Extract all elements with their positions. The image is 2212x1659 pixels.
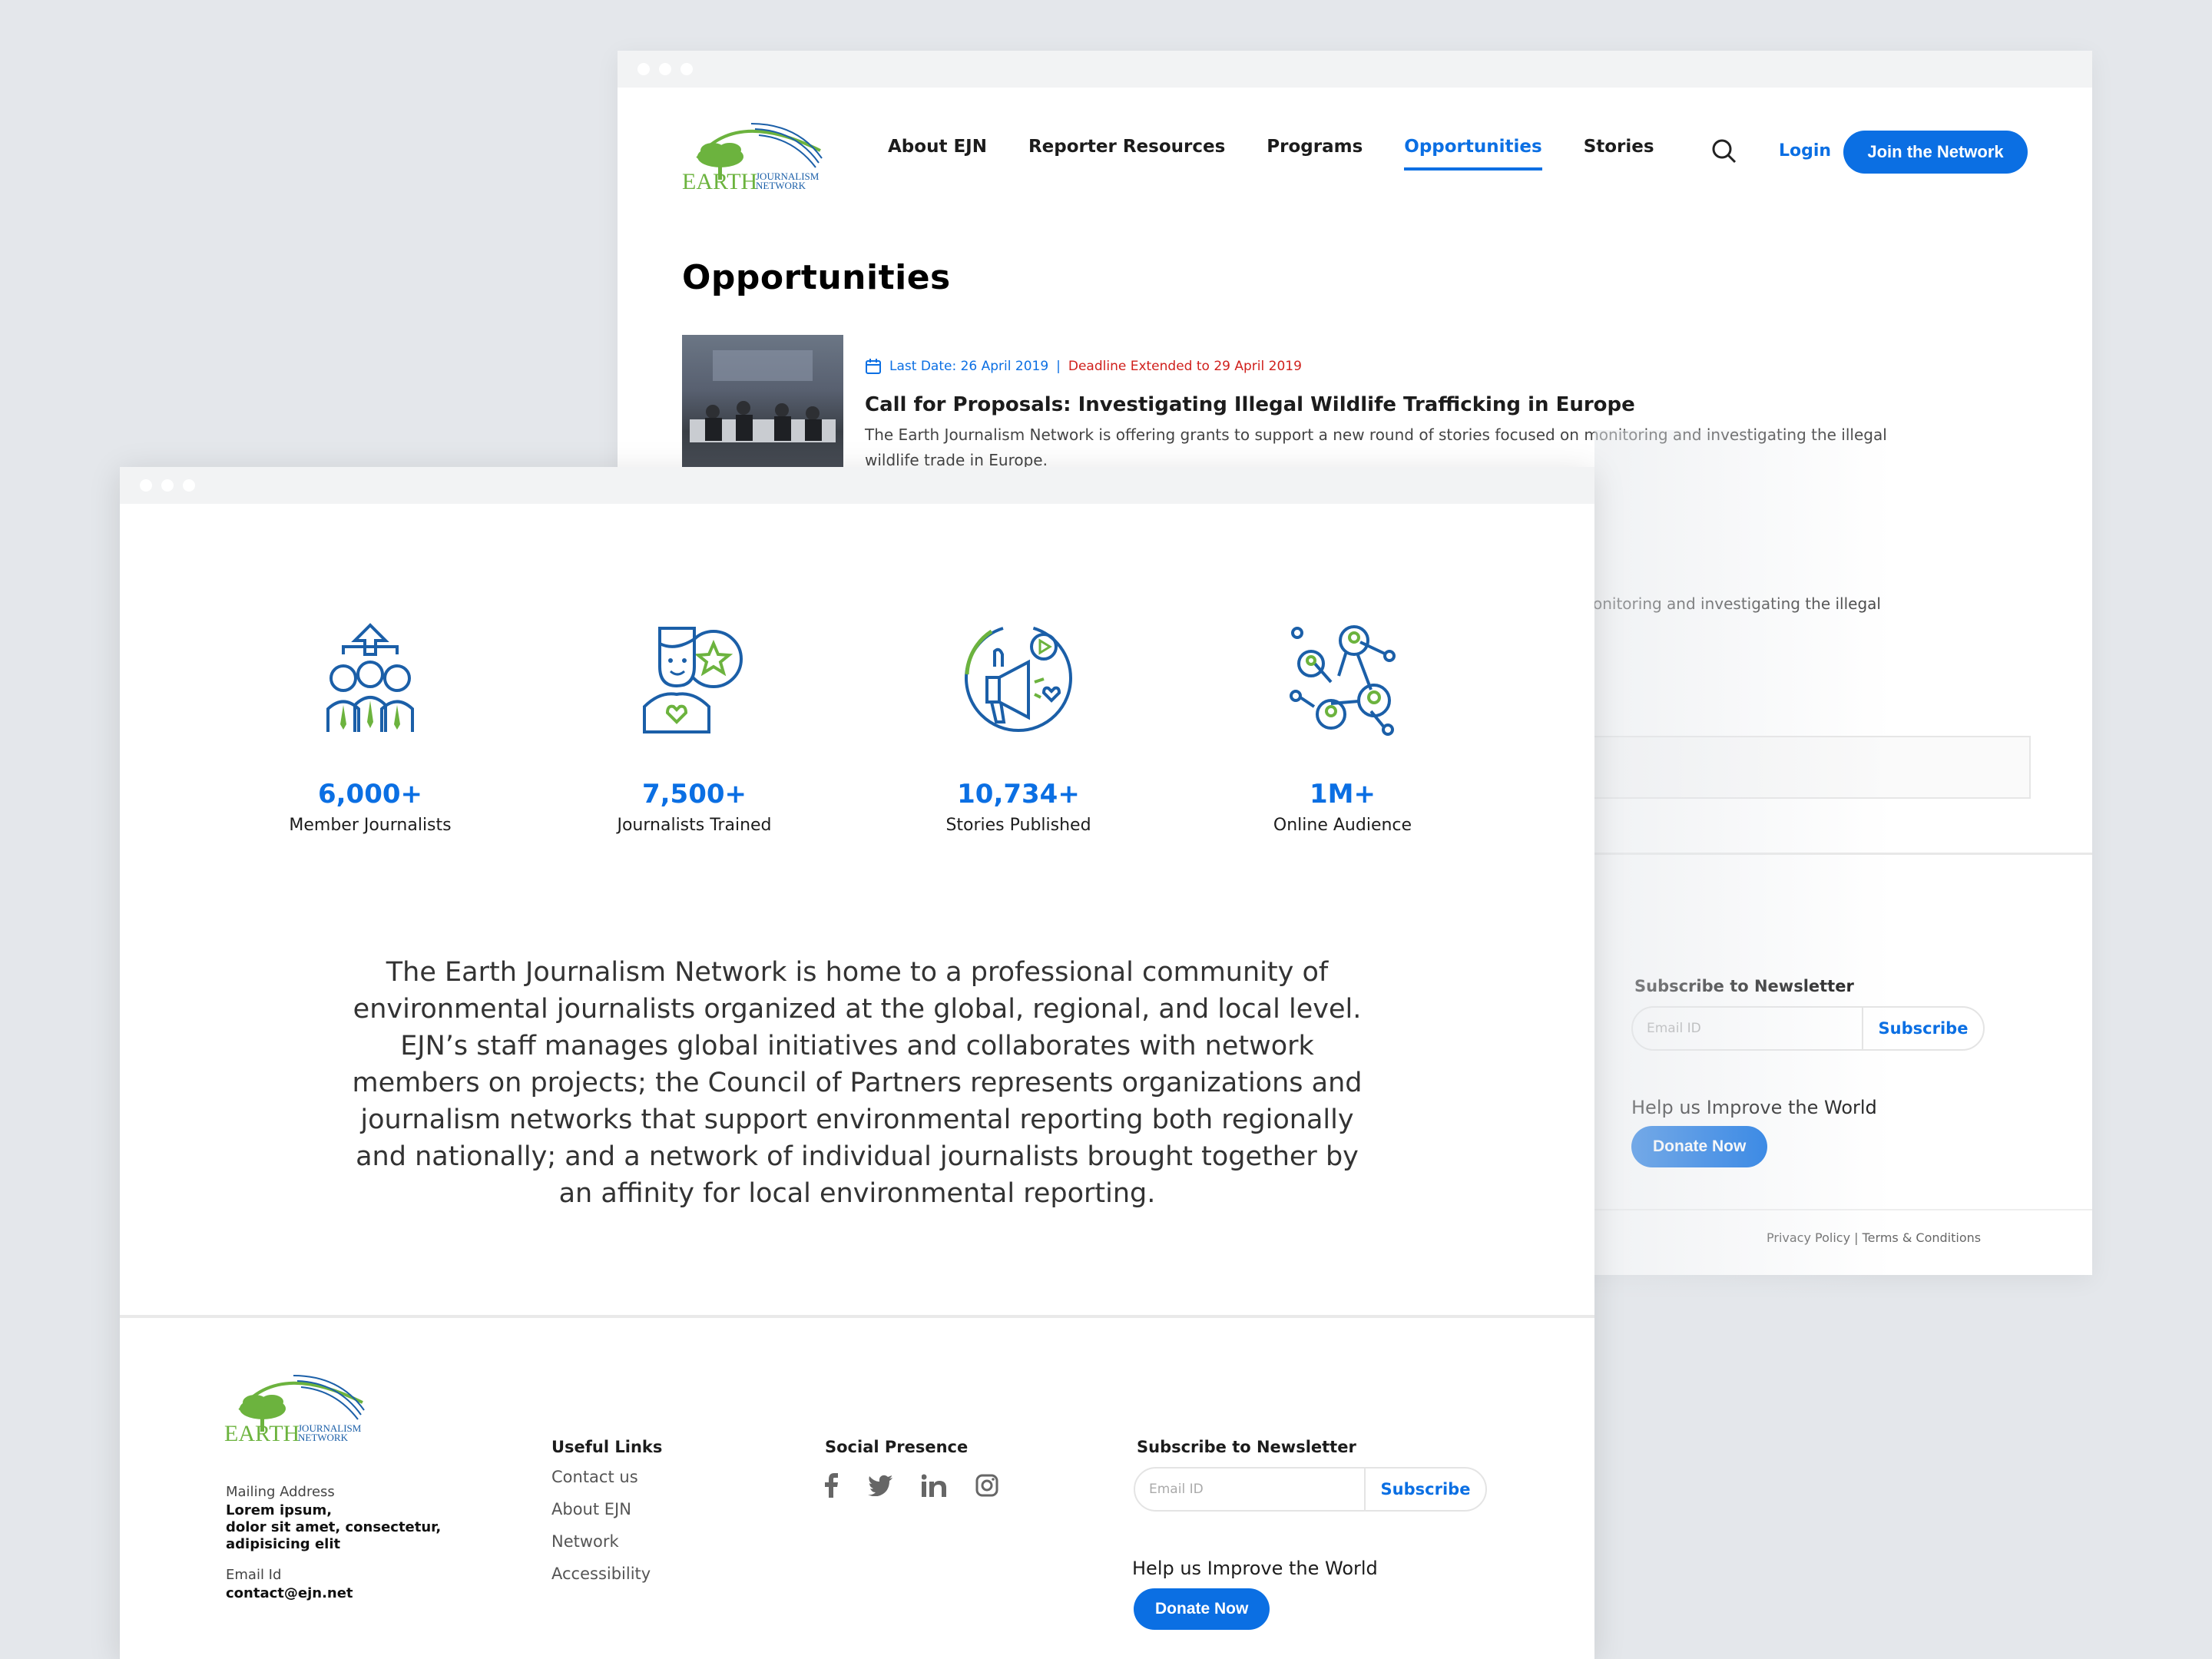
- newsletter-email-input[interactable]: Email ID: [1633, 1008, 1863, 1049]
- stat-label: Online Audience: [1273, 816, 1412, 835]
- stat-value: 10,734+: [957, 779, 1080, 810]
- last-date: Last Date: 26 April 2019: [889, 359, 1049, 374]
- stat-value: 7,500+: [641, 779, 747, 810]
- donate-now-button[interactable]: Donate Now: [1631, 1126, 1768, 1167]
- footer-link-network[interactable]: Network: [551, 1525, 651, 1558]
- twitter-icon[interactable]: [868, 1475, 892, 1496]
- about-window: 6,000+ Member Journalists 7,500+ Journal…: [120, 467, 1594, 1659]
- linkedin-icon[interactable]: [922, 1474, 946, 1497]
- stat-value: 6,000+: [317, 779, 423, 810]
- facebook-icon[interactable]: [825, 1473, 839, 1498]
- stories-megaphone-icon: [965, 624, 1072, 732]
- svg-text:NETWORK: NETWORK: [756, 180, 806, 191]
- newsletter-subscribe-button[interactable]: Subscribe: [1863, 1019, 1983, 1038]
- join-network-button[interactable]: Join the Network: [1843, 131, 2028, 174]
- stat-journalists-trained: 7,500+ Journalists Trained: [571, 621, 817, 835]
- help-improve-label: Help us Improve the World: [1631, 1097, 1877, 1118]
- window-dot: [140, 479, 152, 492]
- mailing-address-label: Mailing Address: [226, 1484, 335, 1500]
- nav-opportunities[interactable]: Opportunities: [1404, 137, 1542, 171]
- donate-now-button[interactable]: Donate Now: [1134, 1588, 1270, 1630]
- stat-online-audience: 1M+ Online Audience: [1220, 621, 1465, 835]
- stat-label: Stories Published: [945, 816, 1091, 835]
- newsletter-form: Email ID Subscribe: [1134, 1467, 1487, 1512]
- meeting-photo: [690, 350, 836, 442]
- article-thumbnail[interactable]: [682, 335, 843, 473]
- contact-email[interactable]: contact@ejn.net: [226, 1585, 353, 1602]
- meta-separator: |: [1056, 359, 1061, 374]
- stat-label: Member Journalists: [289, 816, 452, 835]
- about-paragraph: The Earth Journalism Network is home to …: [352, 957, 1363, 1209]
- stat-member-journalists: 6,000+ Member Journalists: [247, 621, 493, 835]
- window-dot: [637, 63, 650, 75]
- newsletter-email-input[interactable]: Email ID: [1135, 1469, 1366, 1510]
- article-description: The Earth Journalism Network is offering…: [865, 426, 1887, 469]
- window-dot: [183, 479, 195, 492]
- legal-links: Privacy Policy | Terms & Conditions: [1767, 1230, 1981, 1245]
- nav-stories[interactable]: Stories: [1584, 137, 1654, 171]
- footer-link-about[interactable]: About EJN: [551, 1493, 651, 1525]
- network-audience-icon: [1290, 625, 1396, 736]
- nav-about-ejn[interactable]: About EJN: [888, 137, 987, 171]
- mailing-line: Lorem ipsum,: [226, 1502, 333, 1518]
- page-title: Opportunities: [682, 258, 951, 297]
- stat-value: 1M+: [1310, 779, 1376, 810]
- mailing-line: dolor sit amet, consectetur,: [226, 1519, 442, 1535]
- help-improve-label: Help us Improve the World: [1132, 1558, 1378, 1579]
- login-link[interactable]: Login: [1779, 141, 1831, 161]
- window-dot: [659, 63, 671, 75]
- social-icons: [825, 1473, 998, 1498]
- svg-text:EARTH: EARTH: [224, 1421, 300, 1444]
- footer-link-contact[interactable]: Contact us: [551, 1461, 651, 1493]
- deadline-extended: Deadline Extended to 29 April 2019: [1068, 359, 1302, 374]
- mailing-line: adipisicing elit: [226, 1536, 341, 1552]
- mailing-address: Lorem ipsum, dolor sit amet, consectetur…: [226, 1502, 441, 1553]
- window-dot: [161, 479, 174, 492]
- terms-conditions-link[interactable]: Terms & Conditions: [1863, 1230, 1981, 1245]
- social-title: Social Presence: [825, 1438, 969, 1456]
- stat-label: Journalists Trained: [617, 816, 772, 835]
- newsletter-label: Subscribe to Newsletter: [1634, 977, 1854, 995]
- footer-divider: [120, 1315, 1594, 1318]
- newsletter-subscribe-button[interactable]: Subscribe: [1366, 1480, 1485, 1498]
- stat-stories-published: 10,734+ Stories Published: [896, 621, 1141, 835]
- newsletter-form: Email ID Subscribe: [1631, 1006, 1985, 1051]
- search-icon[interactable]: [1711, 138, 1737, 164]
- trained-journalist-icon: [643, 627, 743, 733]
- svg-text:NETWORK: NETWORK: [298, 1432, 349, 1443]
- legal-separator: |: [1854, 1230, 1859, 1245]
- nav-programs[interactable]: Programs: [1267, 137, 1363, 171]
- newsletter-label: Subscribe to Newsletter: [1137, 1438, 1356, 1456]
- article-meta: Last Date: 26 April 2019 | Deadline Exte…: [865, 358, 1302, 375]
- useful-links-title: Useful Links: [551, 1438, 663, 1456]
- privacy-policy-link[interactable]: Privacy Policy: [1767, 1230, 1850, 1245]
- instagram-icon[interactable]: [975, 1474, 998, 1497]
- window-chrome: [120, 467, 1594, 504]
- team-icon: [326, 623, 414, 732]
- footer-link-accessibility[interactable]: Accessibility: [551, 1558, 651, 1590]
- useful-links-list: Contact us About EJN Network Accessibili…: [551, 1461, 651, 1590]
- article-title[interactable]: Call for Proposals: Investigating Illega…: [865, 393, 1635, 416]
- main-nav: About EJN Reporter Resources Programs Op…: [888, 137, 1654, 171]
- window-chrome: [618, 51, 2092, 88]
- email-label: Email Id: [226, 1567, 282, 1583]
- article-description-fragment: onitoring and investigating the illegal: [1593, 594, 1881, 613]
- nav-reporter-resources[interactable]: Reporter Resources: [1028, 137, 1225, 171]
- svg-text:EARTH: EARTH: [682, 169, 757, 192]
- window-dot: [680, 63, 693, 75]
- calendar-icon: [866, 359, 881, 374]
- ejn-logo[interactable]: EARTH JOURNALISM NETWORK: [682, 112, 828, 192]
- ejn-footer-logo[interactable]: EARTH JOURNALISM NETWORK: [224, 1364, 370, 1444]
